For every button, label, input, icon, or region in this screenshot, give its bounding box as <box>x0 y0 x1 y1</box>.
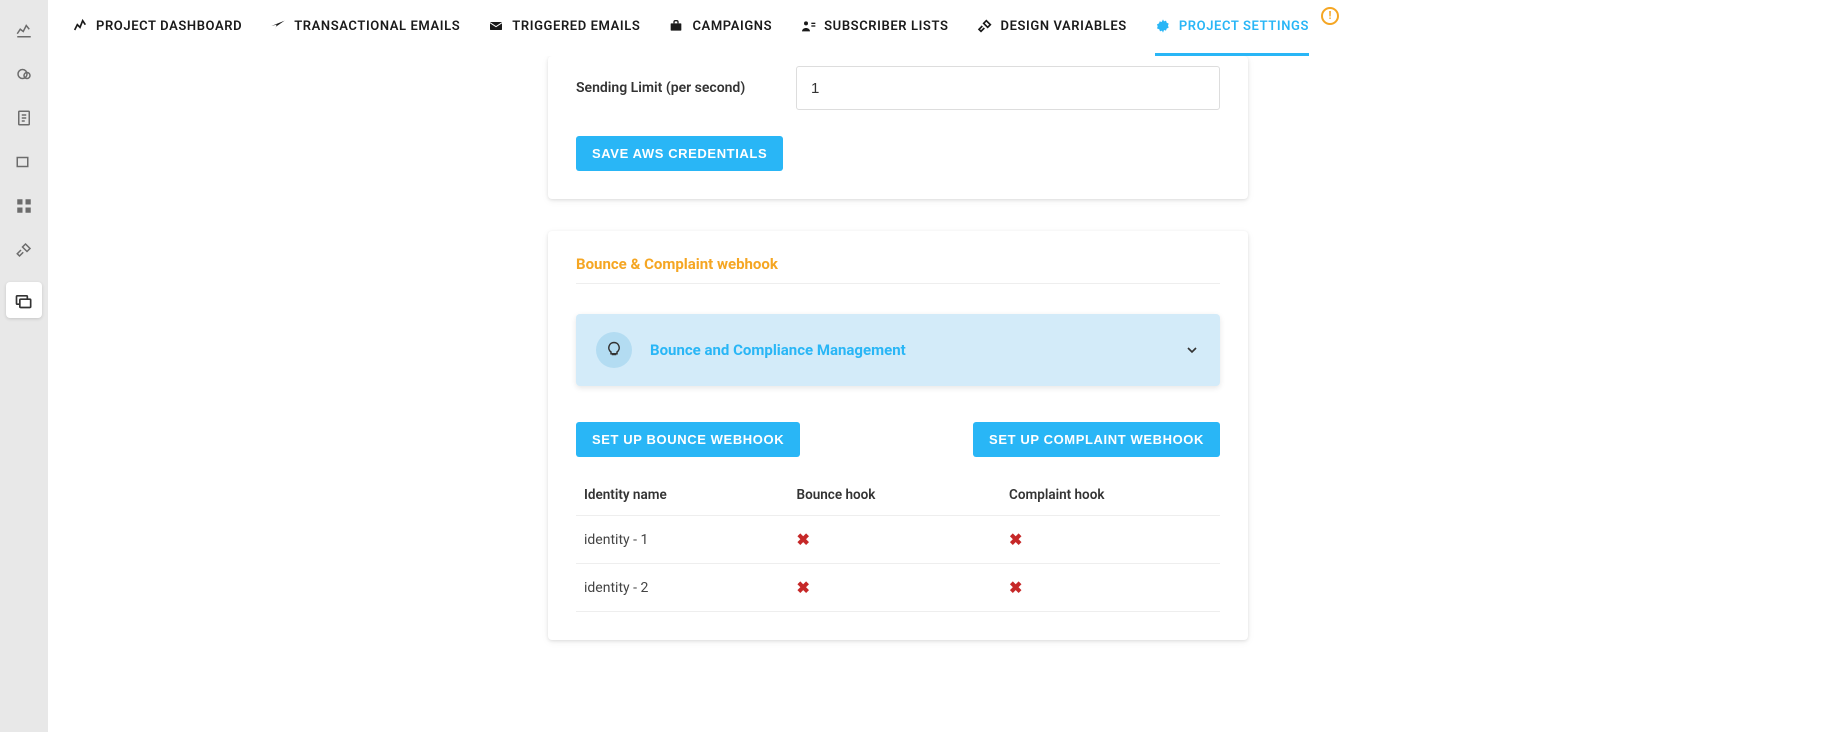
table-header-complaint: Complaint hook <box>1001 475 1220 516</box>
tab-label: SUBSCRIBER LISTS <box>824 19 948 34</box>
mail-icon <box>488 18 504 34</box>
lightbulb-icon <box>596 332 632 368</box>
sidebar-item-folders[interactable] <box>6 282 42 318</box>
webhook-table: Identity name Bounce hook Complaint hook… <box>576 475 1220 612</box>
info-banner[interactable]: Bounce and Compliance Management <box>576 314 1220 386</box>
card-aws-credentials: Sending Limit (per second) SAVE AWS CRED… <box>548 56 1248 199</box>
chevron-down-icon <box>1184 342 1200 358</box>
tab-triggered-emails[interactable]: TRIGGERED EMAILS <box>488 0 640 56</box>
analytics-icon <box>15 21 33 39</box>
table-row: identity - 2 ✖ ✖ <box>576 564 1220 612</box>
tab-campaigns[interactable]: CAMPAIGNS <box>668 0 772 56</box>
tab-transactional-emails[interactable]: TRANSACTIONAL EMAILS <box>270 0 460 56</box>
users-icon <box>800 18 816 34</box>
grid-icon <box>15 197 33 215</box>
save-aws-credentials-button[interactable]: SAVE AWS CREDENTIALS <box>576 136 783 171</box>
sidebar-item-analytics[interactable] <box>12 18 36 42</box>
tab-label: CAMPAIGNS <box>692 19 772 34</box>
tab-subscriber-lists[interactable]: SUBSCRIBER LISTS <box>800 0 948 56</box>
tab-label: DESIGN VARIABLES <box>1001 19 1127 34</box>
setup-complaint-webhook-button[interactable]: SET UP COMPLAINT WEBHOOK <box>973 422 1220 457</box>
sending-limit-input[interactable] <box>796 66 1220 110</box>
alert-badge-icon: ! <box>1321 7 1339 25</box>
info-banner-title: Bounce and Compliance Management <box>650 341 1166 359</box>
sidebar-item-grid[interactable] <box>12 194 36 218</box>
identity-name-cell: identity - 2 <box>576 564 789 612</box>
tab-project-settings[interactable]: PROJECT SETTINGS <box>1155 0 1309 56</box>
document-icon <box>15 109 33 127</box>
tab-project-dashboard[interactable]: PROJECT DASHBOARD <box>72 0 242 56</box>
cloud-icon <box>15 65 33 83</box>
sidebar-item-document[interactable] <box>12 106 36 130</box>
section-title: Bounce & Complaint webhook <box>576 231 1220 284</box>
sidebar-item-layout[interactable] <box>12 150 36 174</box>
content-area: Sending Limit (per second) SAVE AWS CRED… <box>48 56 1825 732</box>
sidebar-item-tools[interactable] <box>12 238 36 262</box>
tab-bar: PROJECT DASHBOARD TRANSACTIONAL EMAILS T… <box>48 0 1825 56</box>
sidebar-item-cloud[interactable] <box>12 62 36 86</box>
briefcase-icon <box>668 18 684 34</box>
tab-label: PROJECT SETTINGS <box>1179 19 1309 34</box>
wrench-icon <box>977 18 993 34</box>
tools-icon <box>15 241 33 259</box>
table-header-identity: Identity name <box>576 475 789 516</box>
card-bounce-complaint: Bounce & Complaint webhook Bounce and Co… <box>548 231 1248 640</box>
layout-icon <box>15 153 33 171</box>
table-row: identity - 1 ✖ ✖ <box>576 516 1220 564</box>
sidebar <box>0 0 48 732</box>
folders-icon <box>14 290 34 310</box>
x-icon: ✖ <box>797 578 810 597</box>
setup-bounce-webhook-button[interactable]: SET UP BOUNCE WEBHOOK <box>576 422 800 457</box>
sending-limit-label: Sending Limit (per second) <box>576 80 776 96</box>
identity-name-cell: identity - 1 <box>576 516 789 564</box>
tab-label: PROJECT DASHBOARD <box>96 19 242 34</box>
x-icon: ✖ <box>1009 530 1022 549</box>
tab-design-variables[interactable]: DESIGN VARIABLES <box>977 0 1127 56</box>
tab-label: TRIGGERED EMAILS <box>512 19 640 34</box>
table-header-bounce: Bounce hook <box>789 475 1002 516</box>
chart-icon <box>72 18 88 34</box>
x-icon: ✖ <box>797 530 810 549</box>
x-icon: ✖ <box>1009 578 1022 597</box>
send-icon <box>270 18 286 34</box>
tab-label: TRANSACTIONAL EMAILS <box>294 19 460 34</box>
gear-icon <box>1155 18 1171 34</box>
